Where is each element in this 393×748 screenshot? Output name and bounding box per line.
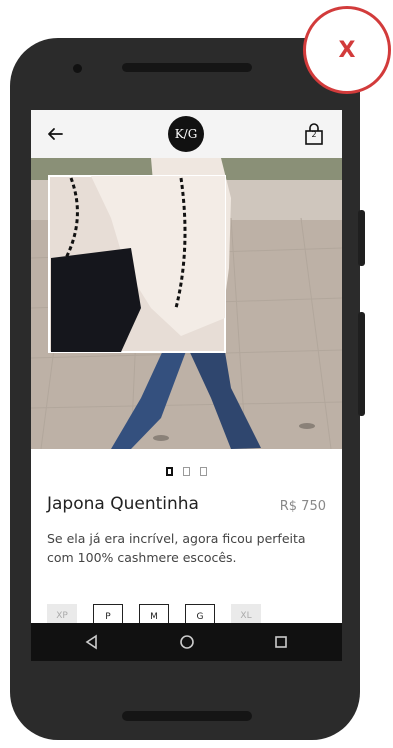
carousel-dot[interactable] [200,467,207,476]
size-option[interactable]: P [93,604,123,624]
app-bar: K/G 2 [31,110,342,158]
x-mark-label: X [338,37,356,63]
carousel-indicator [31,461,342,480]
earpiece-speaker [122,63,252,72]
circle-home-icon[interactable] [178,633,196,651]
cart-button[interactable]: 2 [303,122,325,146]
volume-button [358,312,365,416]
x-mark-badge: X [303,6,391,94]
triangle-back-icon[interactable] [83,633,101,651]
product-photo[interactable] [31,158,342,449]
app-screen: K/G 2 Japona Quentinha R$ 750 Se ela já … [31,110,342,661]
carousel-dot[interactable] [183,467,190,476]
product-price: R$ 750 [279,499,326,514]
size-option[interactable]: XP [47,604,77,624]
brand-logo-text: K/G [174,127,198,141]
cart-count: 2 [311,130,317,139]
front-camera [73,64,82,73]
product-image [31,158,342,449]
size-option[interactable]: G [185,604,215,624]
system-nav-bar [31,623,342,661]
size-option[interactable]: M [139,604,169,624]
product-description: Se ela já era incrível, agora ficou perf… [47,531,306,565]
product-name: Japona Quentinha [47,494,199,514]
brand-logo[interactable]: K/G [168,116,204,152]
arrow-left-icon[interactable] [45,124,65,144]
bottom-speaker [122,711,252,721]
size-option[interactable]: XL [231,604,261,624]
square-recent-icon[interactable] [272,633,290,651]
power-button [358,210,365,266]
carousel-dot[interactable] [166,467,173,476]
